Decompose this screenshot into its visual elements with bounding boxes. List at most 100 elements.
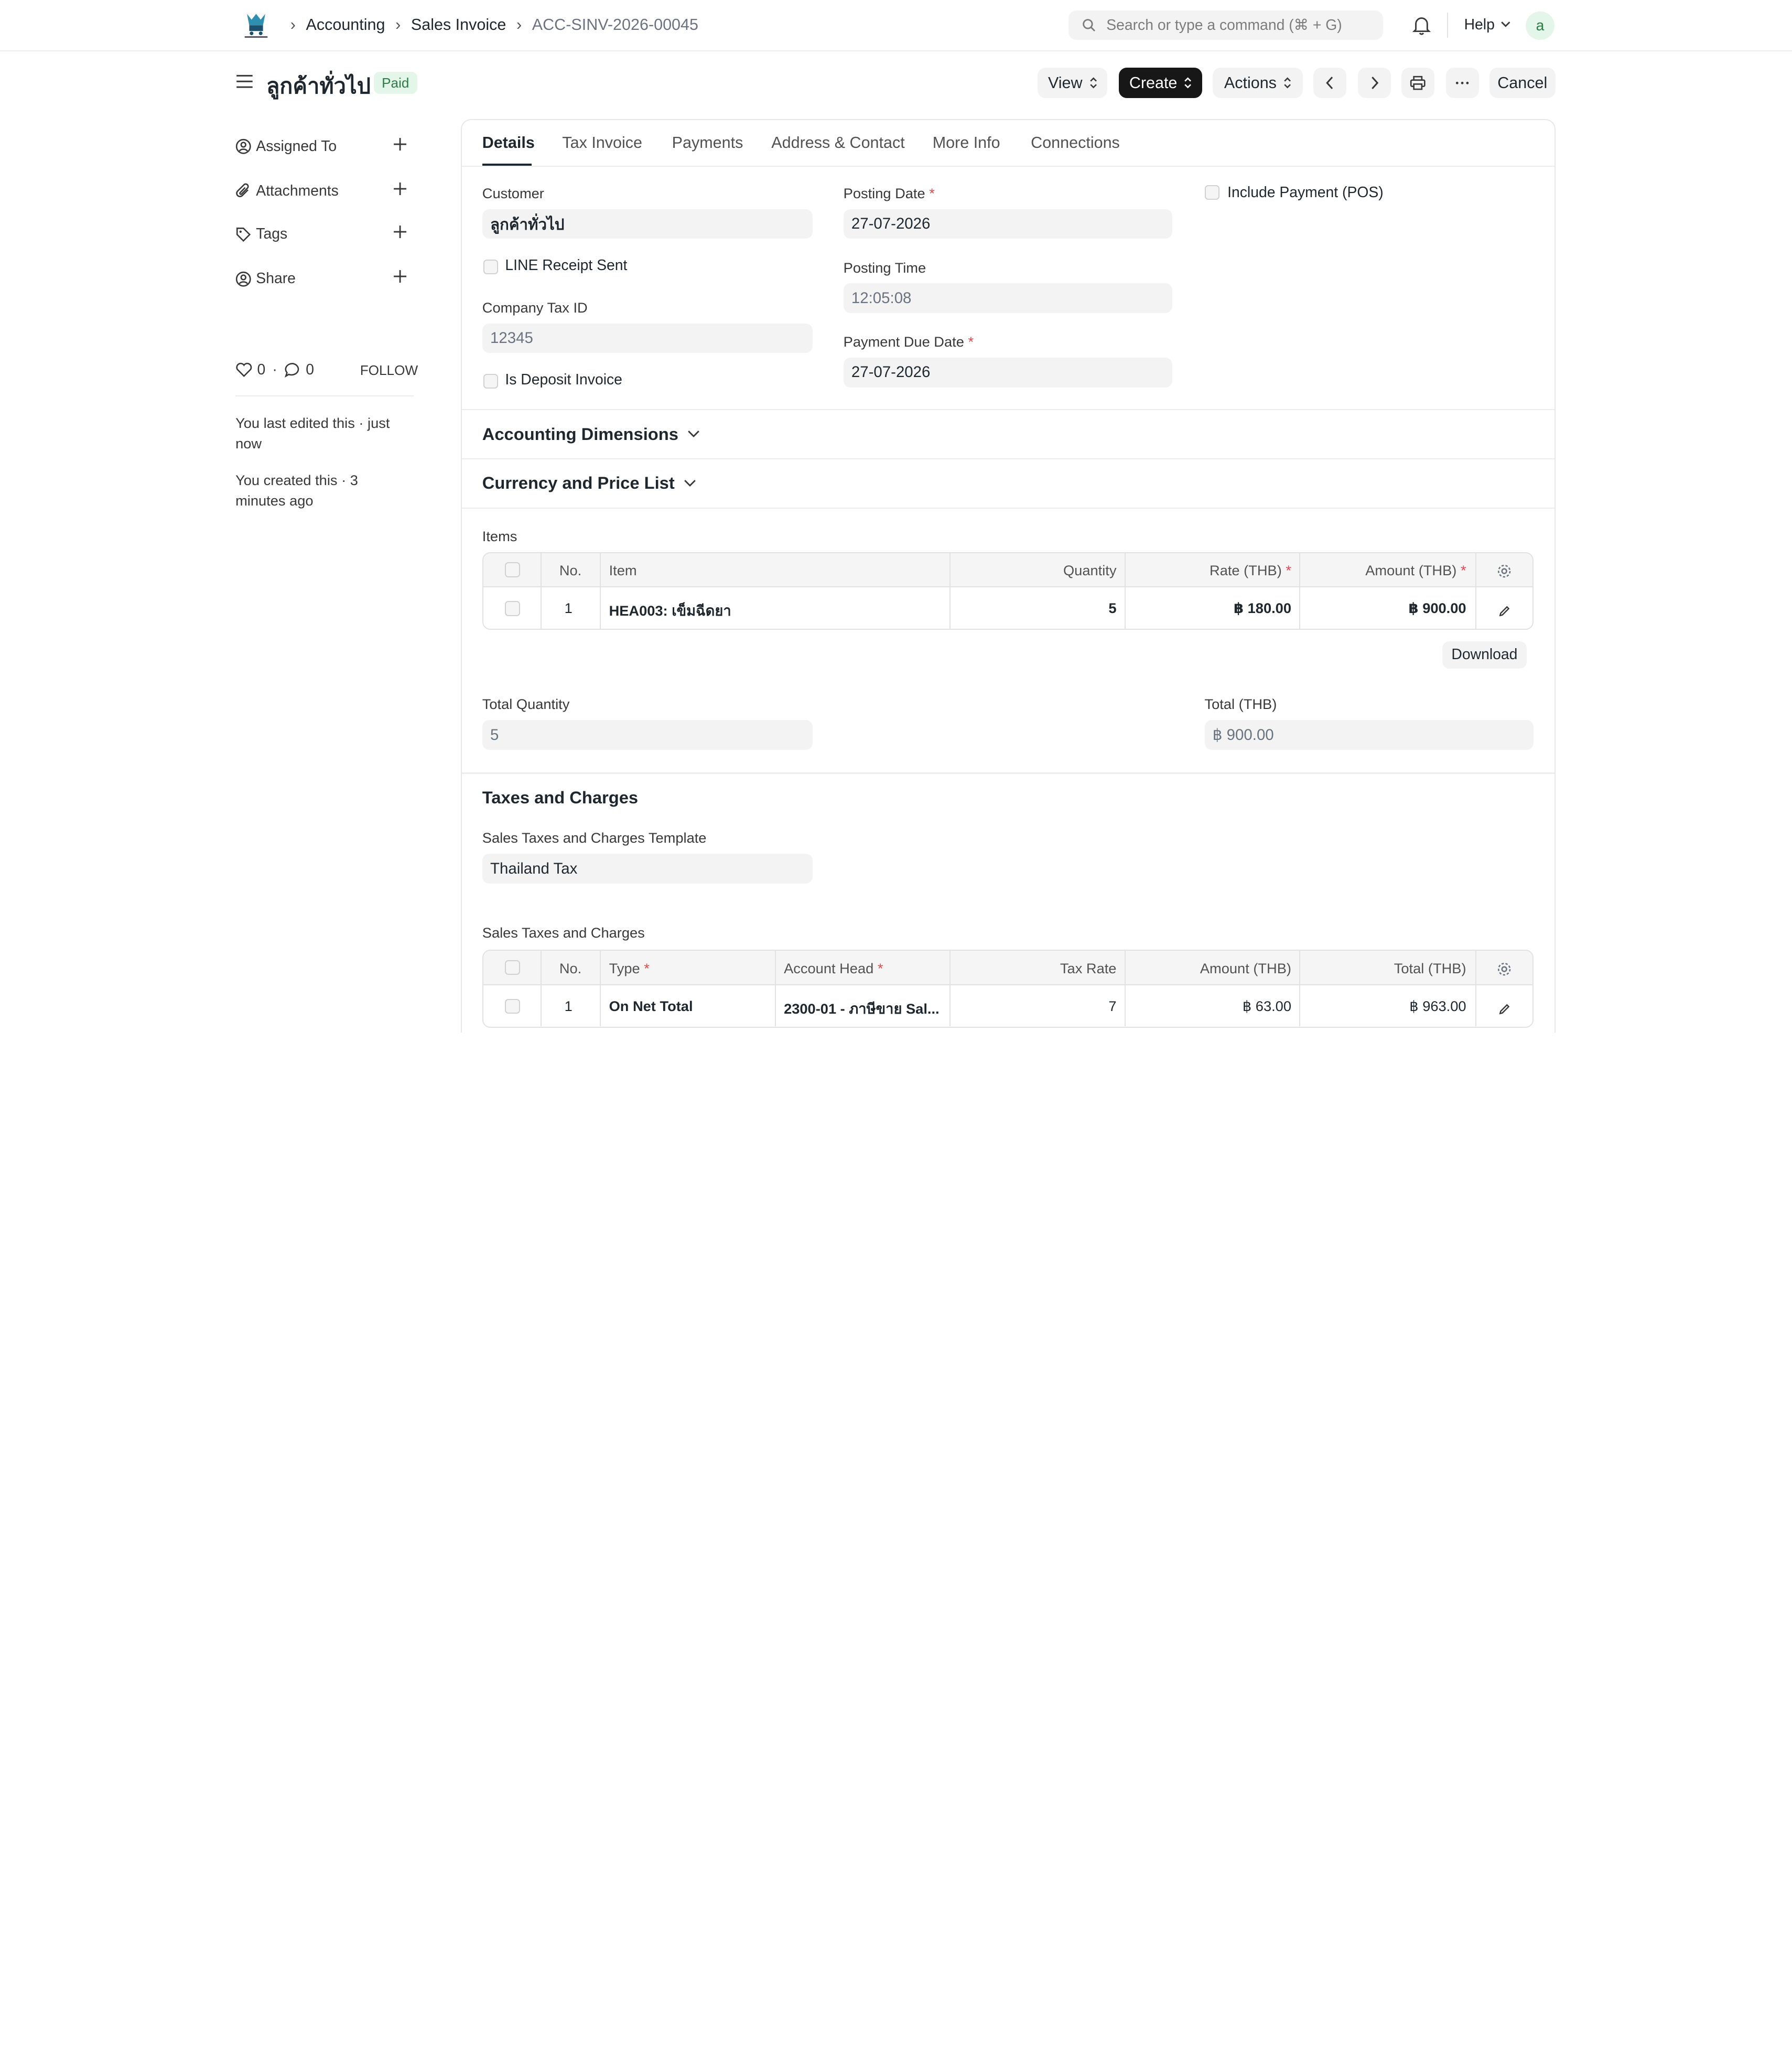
due-date-field[interactable]: 27-07-2026 — [843, 358, 1173, 388]
chevron-down-icon — [684, 479, 696, 487]
form-card: Details Tax Invoice Payments Address & C… — [460, 119, 1556, 1033]
row-amount[interactable]: ฿ 900.00 — [1299, 600, 1466, 617]
row-type[interactable]: On Net Total — [609, 998, 693, 1015]
more-options-button[interactable] — [1445, 67, 1479, 99]
row-quantity[interactable]: 5 — [949, 600, 1116, 617]
tab-more-info[interactable]: More Info — [933, 134, 1000, 152]
row-item[interactable]: HEA003: เข็มฉีดยา — [609, 600, 731, 622]
type-header-text: Type — [609, 960, 640, 976]
table-row[interactable]: 1 HEA003: เข็มฉีดยา 5 ฿ 180.00 ฿ 900.00 — [483, 587, 1532, 629]
select-arrows-icon — [1284, 77, 1291, 89]
total-thb-label: Total (THB) — [1204, 696, 1277, 713]
posting-date-label-text: Posting Date — [843, 185, 925, 201]
tab-payments[interactable]: Payments — [672, 134, 743, 152]
breadcrumb-sales-invoice[interactable]: Sales Invoice — [411, 16, 506, 34]
amount-header-text: Amount (THB) — [1365, 562, 1457, 579]
view-button[interactable]: View — [1038, 67, 1108, 99]
required-mark: * — [1286, 562, 1291, 579]
select-all-checkbox[interactable] — [505, 960, 520, 975]
column-divider — [600, 553, 601, 587]
row-total[interactable]: ฿ 963.00 — [1299, 998, 1466, 1015]
account-head-header-text: Account Head — [784, 960, 874, 976]
row-account-head[interactable]: 2300-01 - ภาษีขาย Sal... — [784, 998, 940, 1020]
edit-pencil-icon[interactable] — [1498, 999, 1511, 1020]
previous-doc-button[interactable] — [1313, 67, 1347, 99]
tab-details[interactable]: Details — [482, 134, 535, 152]
bell-icon[interactable] — [1412, 15, 1431, 40]
add-icon[interactable] — [393, 225, 407, 243]
last-edited-text: You last edited this · just now — [235, 414, 390, 452]
section-divider — [461, 507, 1554, 509]
section-divider — [461, 409, 1554, 411]
tab-tax-invoice[interactable]: Tax Invoice — [562, 134, 642, 152]
search-input[interactable]: Search or type a command (⌘ + G) — [1068, 10, 1383, 40]
breadcrumb-accounting[interactable]: Accounting — [306, 16, 385, 34]
menu-icon[interactable] — [235, 73, 254, 94]
due-date-label-text: Payment Due Date — [843, 334, 964, 350]
gear-icon[interactable] — [1497, 960, 1512, 981]
section-title: Currency and Price List — [482, 473, 675, 493]
posting-date-field[interactable]: 27-07-2026 — [843, 209, 1173, 239]
sidebar-item-tags[interactable]: Tags — [235, 223, 414, 246]
chevron-down-icon — [1500, 22, 1510, 28]
row-checkbox[interactable] — [505, 998, 520, 1014]
actions-button-label: Actions — [1224, 73, 1277, 92]
posting-time-field[interactable]: 12:05:08 — [843, 283, 1173, 314]
download-button[interactable]: Download — [1442, 641, 1527, 669]
create-button[interactable]: Create — [1119, 67, 1203, 99]
avatar[interactable]: a — [1526, 11, 1554, 40]
follow-button[interactable]: FOLLOW — [360, 362, 418, 379]
row-no: 1 — [564, 600, 573, 617]
company-tax-field[interactable]: 12345 — [482, 323, 813, 353]
navbar: › Accounting › Sales Invoice › ACC-SINV-… — [0, 0, 1792, 52]
tag-icon — [235, 227, 253, 243]
select-all-checkbox[interactable] — [505, 562, 520, 577]
comment-icon[interactable] — [284, 362, 301, 378]
currency-price-list-section[interactable]: Currency and Price List — [482, 473, 696, 493]
share-user-icon — [235, 271, 253, 287]
tab-address-contact[interactable]: Address & Contact — [771, 134, 904, 152]
required-mark: * — [1460, 562, 1466, 579]
next-doc-button[interactable] — [1357, 67, 1391, 99]
row-tax-rate[interactable]: 7 — [949, 998, 1116, 1015]
add-icon[interactable] — [393, 137, 407, 155]
column-divider — [1475, 553, 1476, 587]
total-quantity-field[interactable]: 5 — [482, 720, 813, 750]
actions-button[interactable]: Actions — [1212, 67, 1303, 99]
gear-icon[interactable] — [1497, 562, 1512, 583]
sidebar-item-attachments[interactable]: Attachments — [235, 179, 414, 202]
add-icon[interactable] — [393, 182, 407, 200]
include-payment-label: Include Payment (POS) — [1227, 184, 1384, 201]
deposit-invoice-checkbox[interactable] — [483, 373, 499, 389]
taxes-table-label: Sales Taxes and Charges — [482, 924, 645, 941]
edit-pencil-icon[interactable] — [1498, 601, 1511, 622]
column-header-amount: Amount (THB) * — [1299, 562, 1466, 579]
row-checkbox[interactable] — [505, 601, 520, 616]
cancel-button[interactable]: Cancel — [1489, 67, 1556, 99]
sidebar-item-assigned-to[interactable]: Assigned To — [235, 135, 414, 158]
breadcrumb-current-doc[interactable]: ACC-SINV-2026-00045 — [532, 16, 698, 34]
customer-field[interactable]: ลูกค้าทั่วไป — [482, 209, 813, 239]
total-thb-field[interactable]: ฿ 900.00 — [1204, 720, 1534, 750]
line-receipt-checkbox[interactable] — [483, 259, 499, 274]
column-divider — [774, 985, 776, 1027]
column-divider — [600, 587, 601, 629]
help-dropdown[interactable]: Help — [1464, 16, 1511, 34]
sidebar-item-share[interactable]: Share — [235, 267, 414, 291]
row-amount[interactable]: ฿ 63.00 — [1125, 998, 1291, 1015]
section-divider — [461, 458, 1554, 460]
table-row[interactable]: 1 On Net Total 2300-01 - ภาษีขาย Sal... … — [483, 985, 1532, 1027]
accounting-dimensions-section[interactable]: Accounting Dimensions — [482, 424, 700, 444]
include-payment-checkbox[interactable] — [1204, 185, 1219, 200]
heart-icon[interactable] — [235, 362, 253, 378]
tax-template-field[interactable]: Thailand Tax — [482, 854, 813, 884]
print-button[interactable] — [1401, 67, 1434, 99]
column-header-quantity: Quantity — [1063, 562, 1117, 579]
add-icon[interactable] — [393, 270, 407, 287]
sidebar-item-label: Share — [256, 270, 296, 287]
tab-connections[interactable]: Connections — [1031, 134, 1120, 152]
breadcrumb: › Accounting › Sales Invoice › ACC-SINV-… — [288, 14, 698, 37]
row-rate[interactable]: ฿ 180.00 — [1125, 600, 1291, 617]
app-logo[interactable] — [240, 10, 272, 40]
help-label: Help — [1464, 16, 1495, 33]
